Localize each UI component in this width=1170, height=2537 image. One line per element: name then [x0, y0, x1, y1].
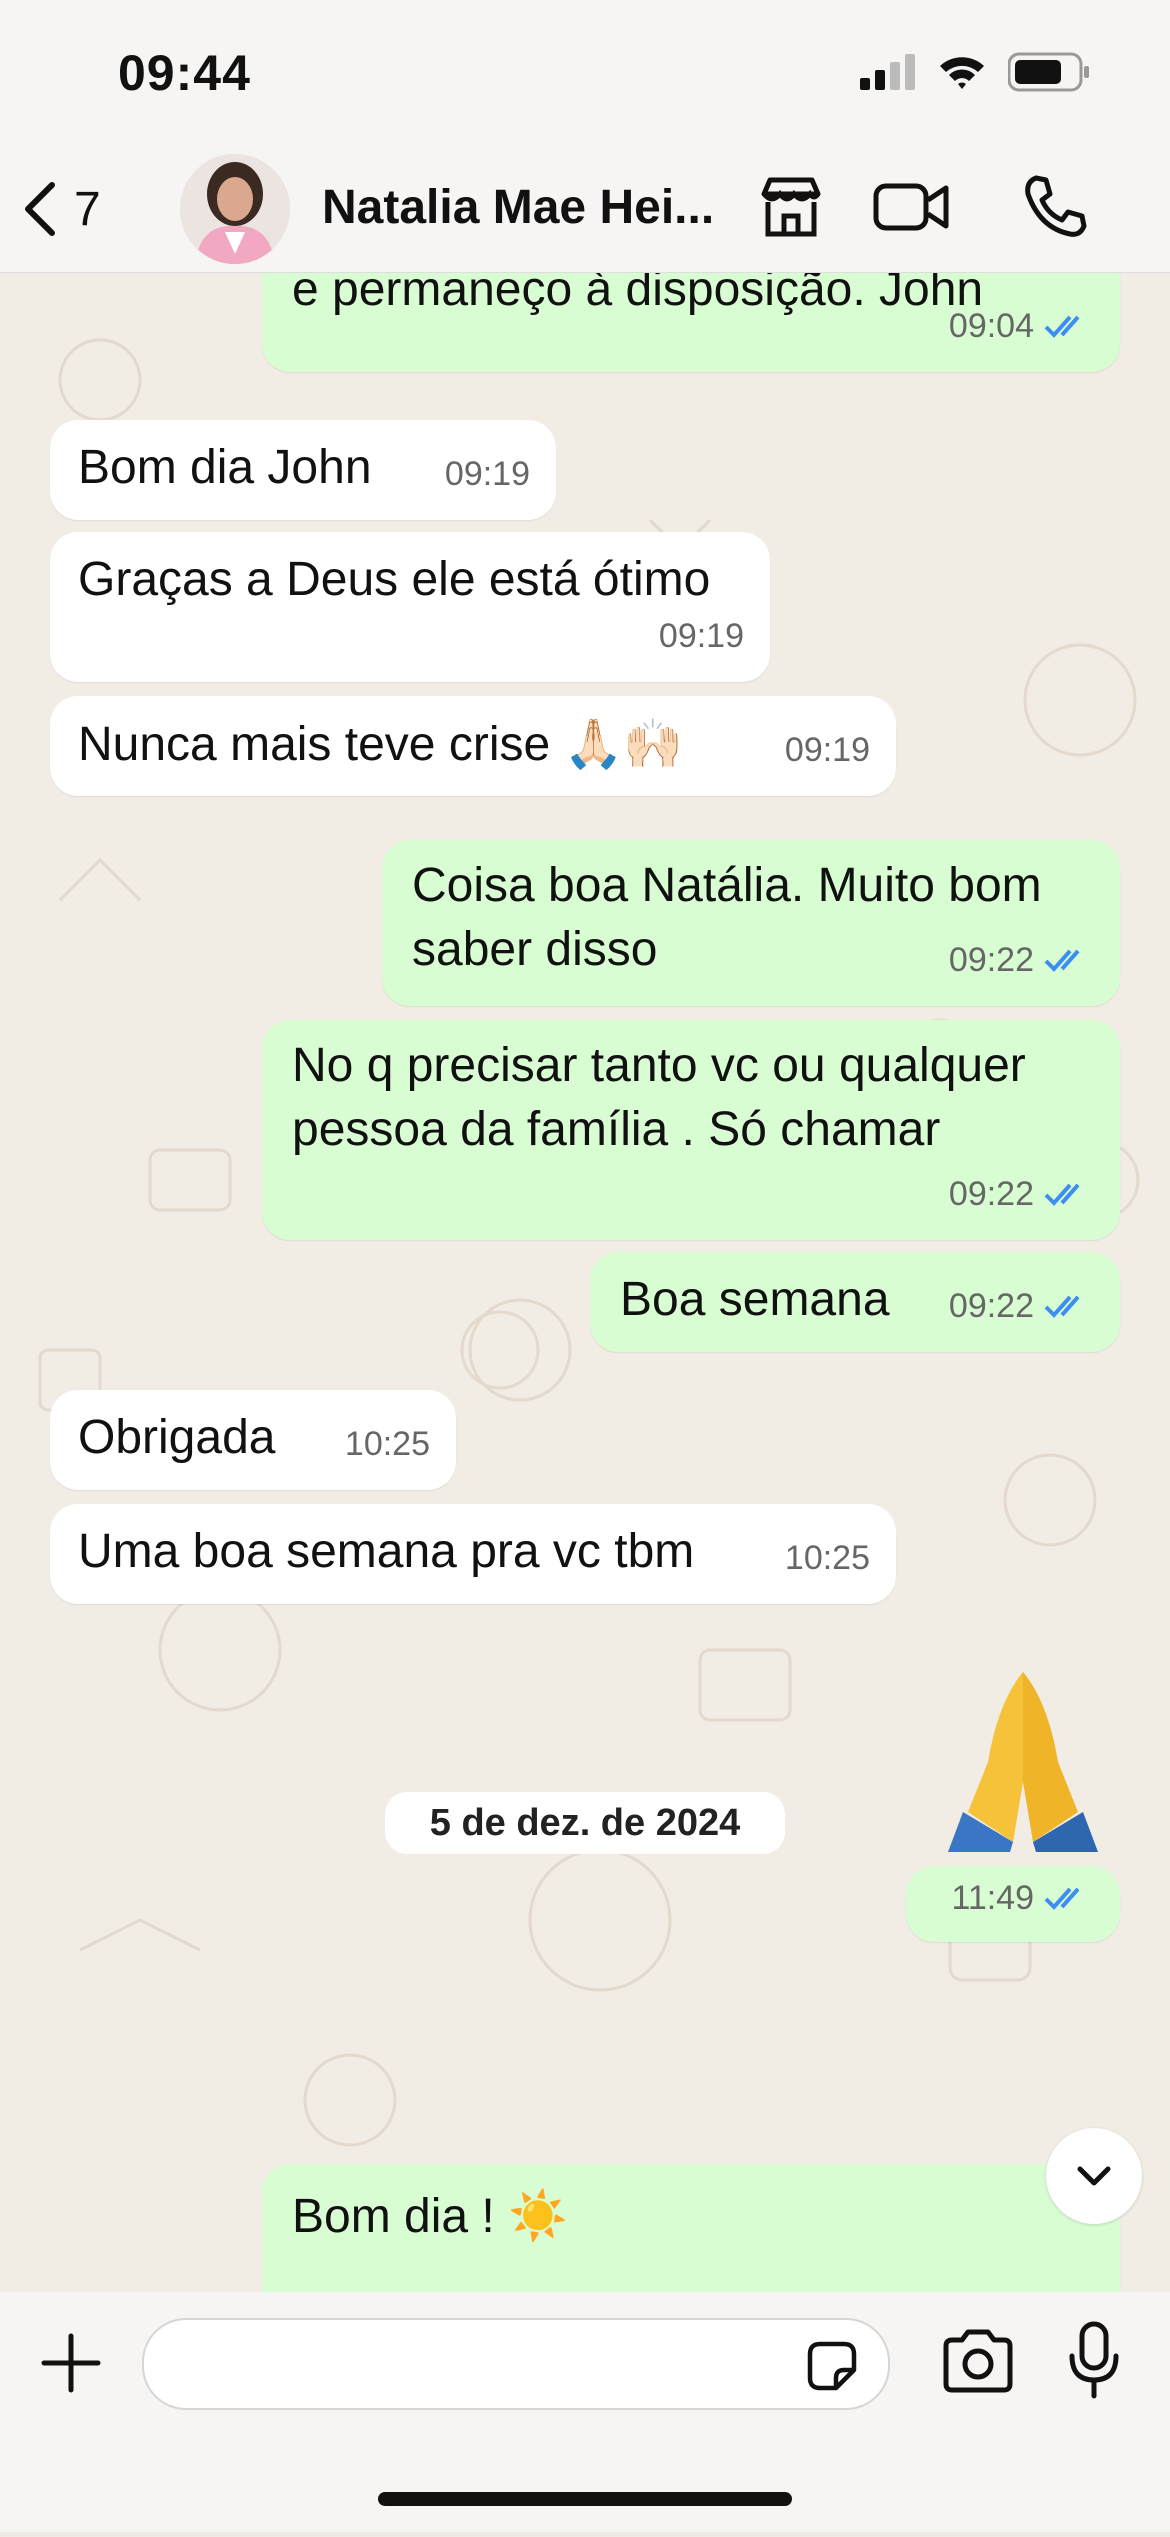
message-text-group: Nunca mais teve crise 🙏🏻🙌🏻: [78, 712, 683, 777]
message-bubble-incoming[interactable]: Graças a Deus ele está ótimo 09:19: [50, 532, 770, 682]
message-text: Boa semana: [620, 1273, 890, 1326]
message-time: 10:25: [784, 1539, 870, 1577]
message-bubble-outgoing[interactable]: e permaneço à disposição. John 09:04: [262, 272, 1120, 372]
message-time: 09:04: [948, 307, 1034, 345]
sticker-icon[interactable]: [802, 2336, 862, 2396]
message-text-line1: No q precisar tanto vc ou qualquer: [292, 1039, 1026, 1092]
message-time: 09:19: [658, 617, 744, 655]
message-meta: 09:22: [949, 1274, 1094, 1338]
status-bar: 09:44: [0, 0, 1170, 150]
message-bubble-outgoing[interactable]: 11:49: [906, 1866, 1120, 1942]
message-emoji: 🙏🏻🙌🏻: [563, 716, 684, 772]
microphone-icon[interactable]: [1066, 2320, 1122, 2400]
message-time: 11:49: [951, 1879, 1034, 1917]
plus-icon[interactable]: [36, 2328, 106, 2398]
message-text: Bom dia !: [292, 2190, 495, 2243]
message-bubble-incoming[interactable]: Obrigada 10:25: [50, 1390, 456, 1490]
read-ticks-icon: [1044, 1183, 1080, 1206]
message-bubble-incoming[interactable]: Bom dia John 09:19: [50, 420, 556, 520]
message-bubble-outgoing[interactable]: No q precisar tanto vc ou qualquer pesso…: [262, 1020, 1120, 1240]
message-list[interactable]: e permaneço à disposição. John 09:04 Bom…: [0, 272, 1170, 2292]
message-time: 09:22: [948, 1287, 1034, 1325]
message-text: Uma boa semana pra vc tbm: [78, 1525, 695, 1578]
chevron-down-icon: [1077, 2166, 1111, 2186]
message-meta: 10:25: [785, 1526, 870, 1590]
back-chevron-icon: [25, 182, 55, 236]
read-ticks-icon: [1044, 315, 1080, 338]
message-text-line2: pessoa da família . Só chamar: [292, 1103, 941, 1156]
home-indicator: [378, 2492, 792, 2506]
message-text-line2: saber disso: [412, 923, 658, 976]
avatar[interactable]: [180, 154, 290, 264]
signal-icon: [860, 54, 915, 90]
message-meta: 10:25: [345, 1412, 430, 1476]
avatar-image: [180, 154, 290, 264]
phone-icon[interactable]: [1020, 172, 1090, 242]
message-text-line1: Coisa boa Natália. Muito bom: [412, 859, 1042, 912]
contact-name[interactable]: Natalia Mae Hei...: [322, 180, 722, 235]
sun-emoji: ☀️: [508, 2188, 568, 2244]
unread-count: 7: [74, 182, 101, 236]
read-ticks-icon: [1044, 1295, 1080, 1318]
message-meta: 09:22: [949, 928, 1094, 992]
message-time: 10:25: [344, 1425, 430, 1463]
message-time: 09:22: [948, 1175, 1034, 1213]
store-icon[interactable]: [756, 172, 826, 242]
wifi-icon: [940, 57, 984, 89]
message-text-group: Bom dia ! ☀️: [292, 2184, 568, 2249]
message-meta: 11:49: [951, 1866, 1094, 1930]
video-camera-icon[interactable]: [872, 172, 952, 242]
read-ticks-icon: [1044, 949, 1080, 972]
message-bubble-incoming[interactable]: Nunca mais teve crise 🙏🏻🙌🏻 09:19: [50, 696, 896, 796]
message-text: Obrigada: [78, 1411, 276, 1464]
chat-header: 7 Natalia Mae Hei...: [0, 150, 1170, 273]
status-time: 09:44: [118, 45, 251, 101]
message-text: e permaneço à disposição. John: [292, 272, 984, 316]
message-text: Bom dia John: [78, 441, 372, 494]
scroll-to-bottom-button[interactable]: [1046, 2128, 1142, 2224]
camera-icon[interactable]: [940, 2326, 1016, 2396]
battery-icon: [1008, 52, 1089, 92]
composer-bar: [0, 2292, 1170, 2532]
message-bubble-outgoing[interactable]: Boa semana 09:22: [590, 1252, 1120, 1352]
praying-hands-emoji: [948, 1672, 1098, 1852]
message-meta: 09:19: [659, 604, 744, 668]
date-separator: 5 de dez. de 2024: [385, 1792, 785, 1854]
message-input[interactable]: [142, 2318, 890, 2410]
message-bubble-outgoing[interactable]: Bom dia ! ☀️: [262, 2164, 1120, 2292]
message-bubble-incoming[interactable]: Uma boa semana pra vc tbm 10:25: [50, 1504, 896, 1604]
message-meta: 09:22: [949, 1162, 1094, 1226]
message-meta: 09:04: [949, 294, 1094, 358]
message-time: 09:19: [444, 455, 530, 493]
read-ticks-icon: [1044, 1887, 1080, 1910]
message-bubble-outgoing[interactable]: Coisa boa Natália. Muito bom saber disso…: [382, 840, 1120, 1006]
message-text: Nunca mais teve crise: [78, 718, 551, 771]
message-time: 09:22: [948, 941, 1034, 979]
message-text: Graças a Deus ele está ótimo: [78, 553, 711, 606]
message-meta: 09:19: [785, 718, 870, 782]
message-meta: 09:19: [445, 442, 530, 506]
back-button[interactable]: 7: [20, 174, 101, 244]
message-time: 09:19: [784, 731, 870, 769]
